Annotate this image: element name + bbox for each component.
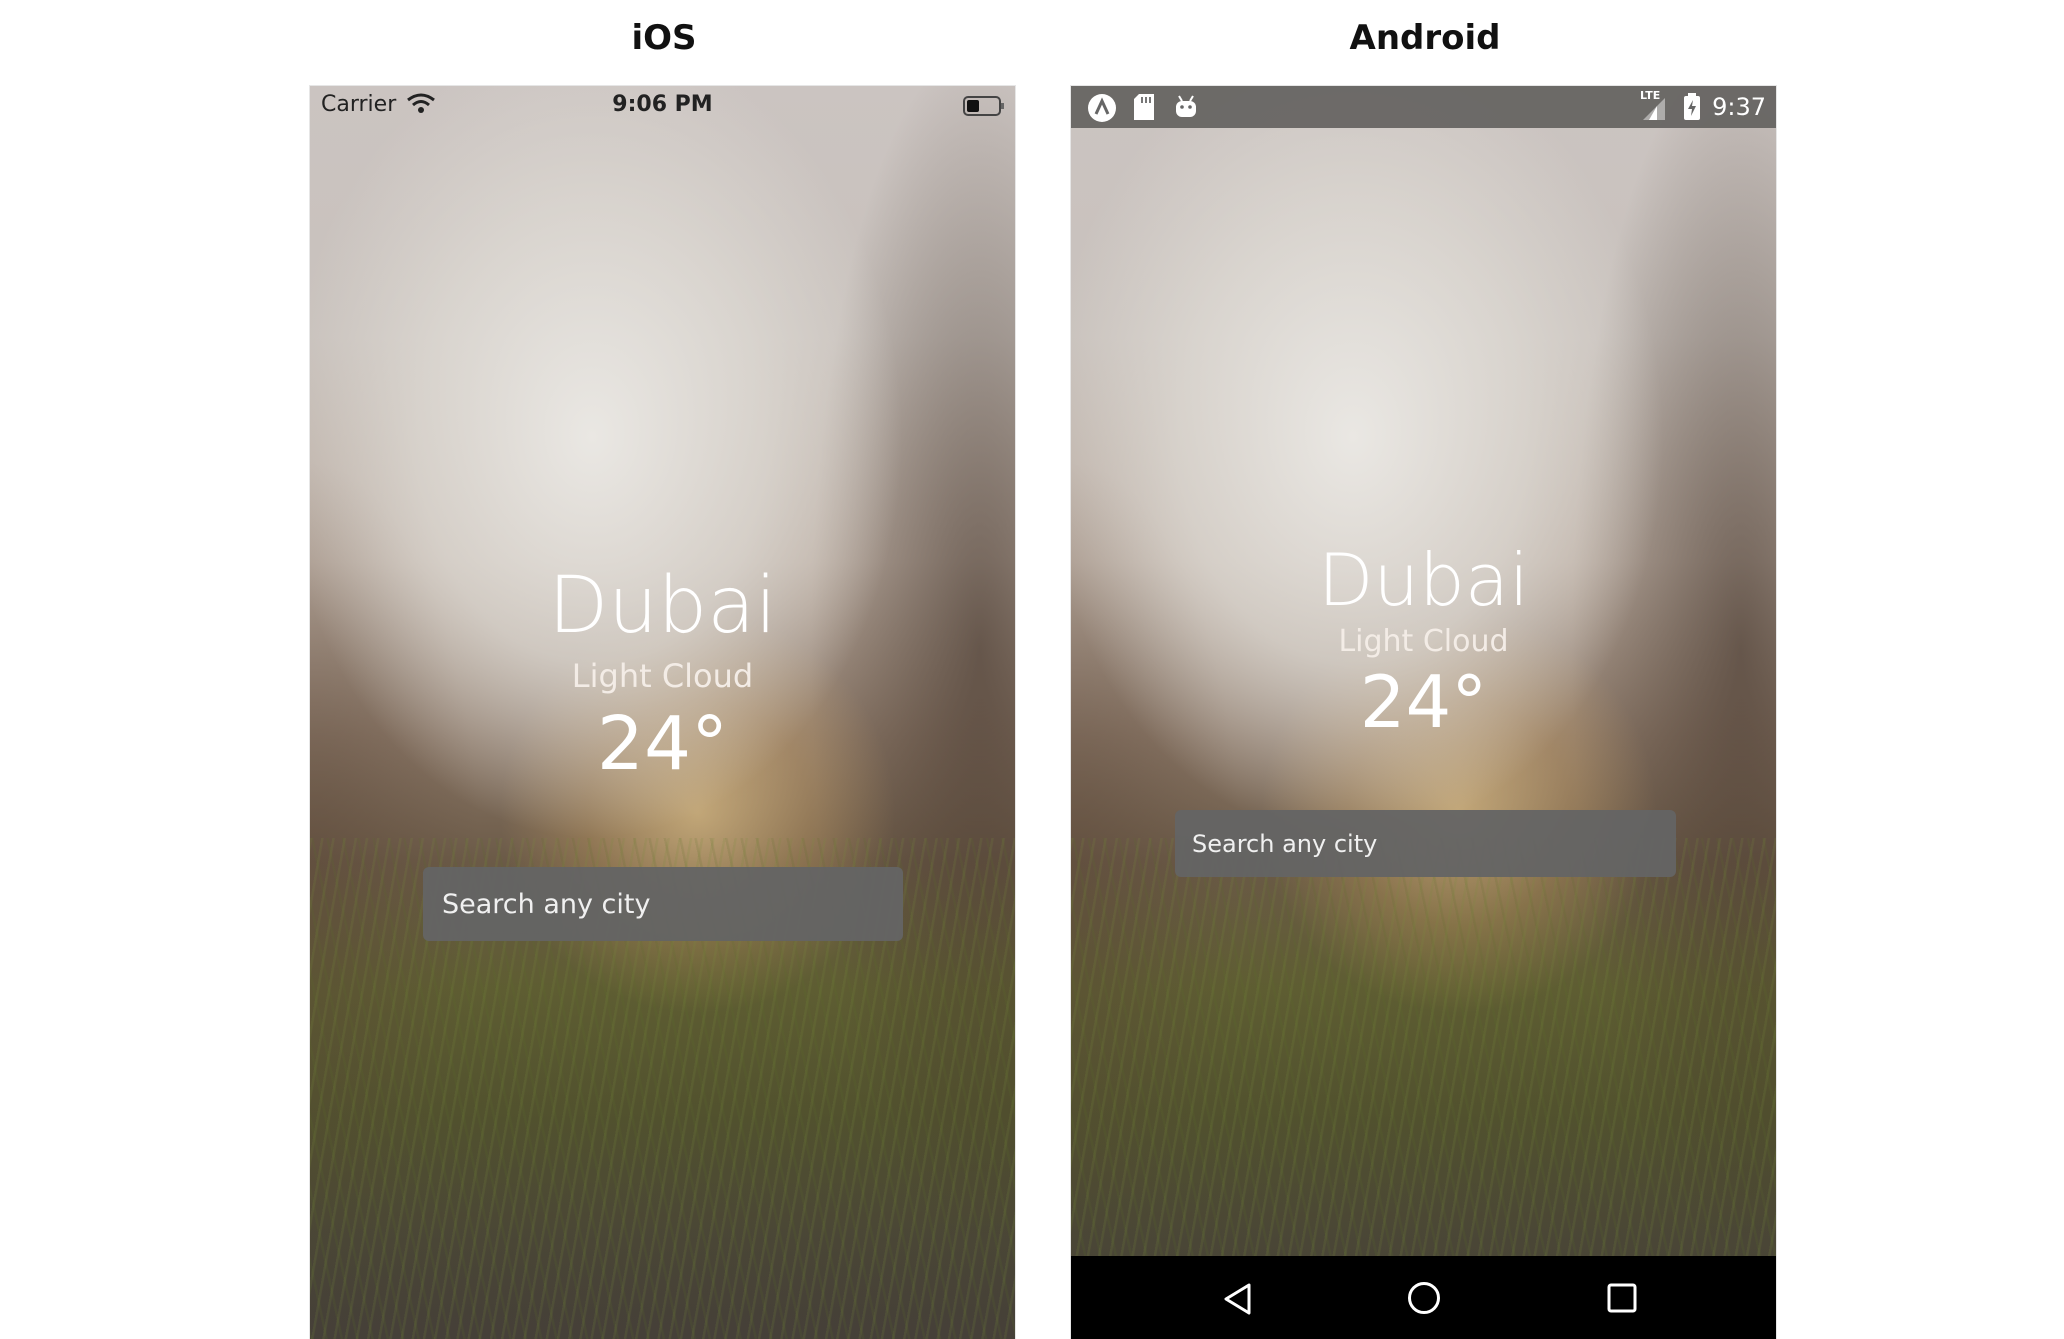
search-input[interactable] [423, 867, 903, 941]
ios-phone-screen: Carrier 9:06 PM Dubai Light Cloud 24° [310, 86, 1015, 1339]
ios-status-bar: Carrier 9:06 PM [310, 86, 1015, 126]
temperature: 24° [596, 701, 729, 787]
status-time: 9:37 [1712, 93, 1766, 121]
weather-condition: Light Cloud [571, 657, 754, 695]
battery-charging-icon [1684, 93, 1700, 120]
status-time: 9:06 PM [612, 92, 713, 117]
search-input[interactable] [1175, 810, 1676, 877]
back-icon[interactable] [1221, 1282, 1255, 1316]
city-name: Dubai [1318, 538, 1529, 622]
android-nav-bar [1071, 1256, 1776, 1339]
app-notification-icon [1088, 94, 1116, 122]
signal-icon [1643, 98, 1665, 120]
recents-icon[interactable] [1607, 1283, 1637, 1313]
sd-card-icon [1134, 94, 1154, 120]
city-name: Dubai [548, 561, 777, 651]
weather-display: Dubai Light Cloud 24° [1071, 538, 1776, 746]
android-phone-screen: LTE 9:37 Dubai Light Cloud 24° [1071, 86, 1776, 1339]
android-heading: Android [1349, 18, 1501, 58]
weather-display: Dubai Light Cloud 24° [310, 556, 1015, 794]
battery-icon [963, 96, 1004, 116]
android-status-bar: LTE 9:37 [1071, 86, 1776, 128]
temperature: 24° [1359, 660, 1488, 744]
ios-heading: iOS [631, 18, 697, 58]
weather-condition: Light Cloud [1338, 624, 1509, 659]
home-icon[interactable] [1407, 1281, 1441, 1315]
android-debug-icon [1176, 95, 1196, 117]
